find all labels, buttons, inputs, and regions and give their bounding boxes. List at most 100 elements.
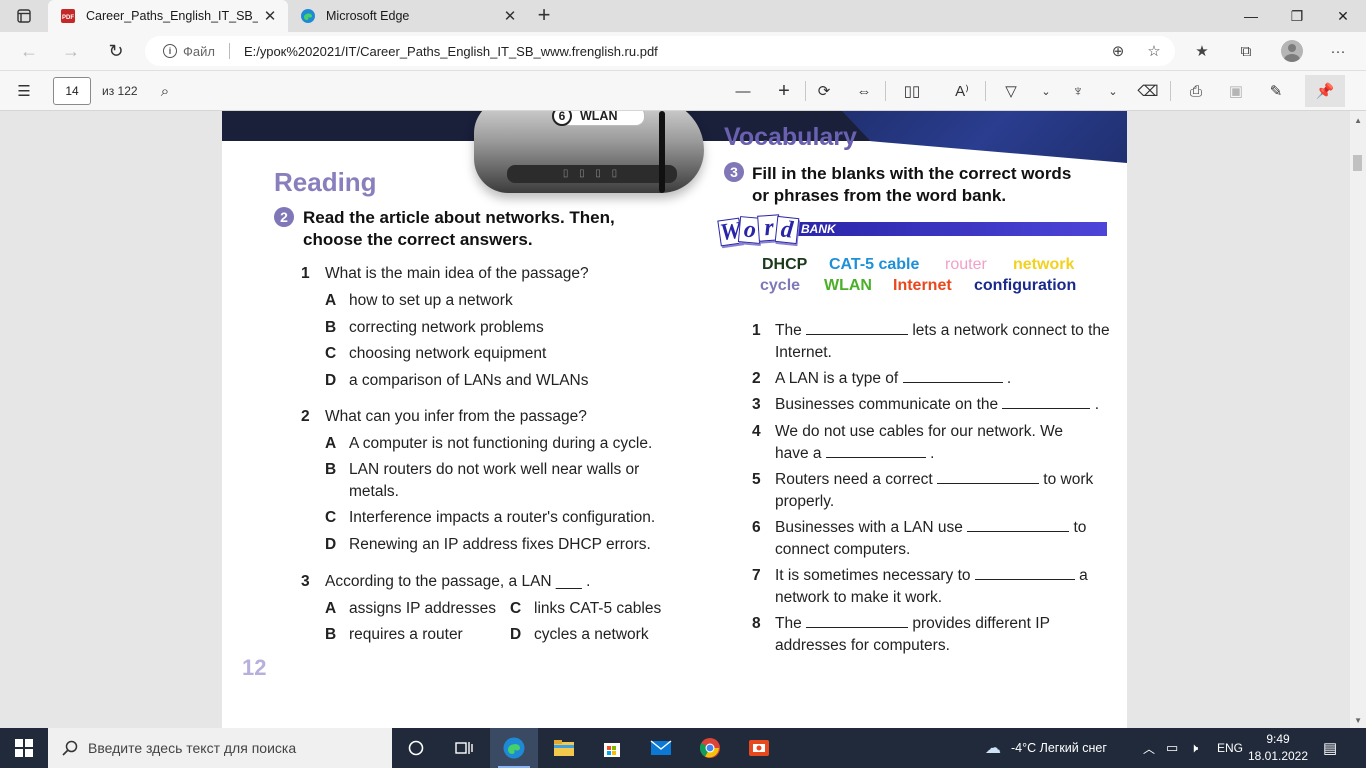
image-label-number: 6 [552,111,572,126]
task-view-button[interactable] [392,728,440,768]
taskbar-chrome[interactable] [686,728,734,768]
sentence-before: The [775,322,802,339]
sentence-number: 8 [752,615,761,632]
bank-word: configuration [974,277,1077,294]
sentence-after: . [1006,370,1012,387]
add-favorite-icon[interactable]: ☆ [1145,43,1163,61]
zoom-out-icon[interactable]: — [731,79,755,103]
close-tab-icon[interactable]: ✕ [258,7,282,25]
zoom-in-icon[interactable]: + [772,79,796,103]
reading-instruction: Read the article about networks. Then, c… [303,207,615,251]
bank-word: WLAN [824,277,872,294]
answer-blank[interactable] [1002,395,1091,409]
answer-blank[interactable] [974,566,1075,580]
more-menu-icon[interactable]: ··· [1329,43,1347,61]
pdf-page: ▯ ▯ ▯ ▯ 6 WLAN Reading 2 Read the articl… [222,111,1127,728]
url-text[interactable]: E:/урок%202021/IT/Career_Paths_English_I… [244,44,658,59]
option-text: a comparison of LANs and WLANs [349,372,589,389]
option-text: LAN routers do not work well near walls … [349,461,640,500]
new-tab-button[interactable]: + [532,4,556,28]
taskbar-store[interactable] [588,728,636,768]
cloud-snow-icon: ☁ [985,740,1001,757]
profile-avatar[interactable] [1281,40,1303,62]
pdf-toolbar: ☰ 14 из 122 ⌕ — + ⟳ ⇔ ▯▯ A⁾ ▽ ⌄ ♆ ⌄ ⌫ ⎙ … [0,70,1366,111]
answer-blank[interactable] [967,518,1070,532]
start-button[interactable] [0,728,48,768]
exercise-number: 2 [274,207,294,227]
close-tab-icon[interactable]: ✕ [498,7,522,25]
rotate-icon[interactable]: ⟳ [812,79,836,103]
print-icon[interactable]: ⎙ [1184,79,1208,103]
weather-widget[interactable]: ☁ -4°C Легкий снег [985,728,1107,768]
show-hidden-icons-icon[interactable]: ︿ [1143,728,1155,768]
network-icon[interactable]: ▭ [1166,728,1178,768]
page-number-input[interactable]: 14 [53,77,91,105]
answer-blank[interactable] [806,321,909,335]
vertical-scrollbar[interactable]: ▲ ▼ [1350,111,1366,728]
taskbar-search[interactable]: Введите здесь текст для поиска [48,728,392,768]
option-text: A computer is not functioning during a c… [349,435,653,452]
eraser-icon[interactable]: ⌫ [1136,79,1160,103]
favorites-icon[interactable]: ★ [1193,43,1211,61]
option-letter: D [510,626,522,643]
tab-actions-button[interactable] [0,0,48,32]
scroll-down-icon[interactable]: ▼ [1354,716,1362,725]
close-window-button[interactable]: ✕ [1320,0,1366,32]
scrollbar-thumb[interactable] [1353,155,1362,171]
folder-icon [554,740,574,756]
answer-blank[interactable] [902,369,1003,383]
option-text: Renewing an IP address fixes DHCP errors… [349,536,651,553]
option-letter: A [325,435,337,452]
task-view-button[interactable] [440,728,488,768]
fit-page-icon[interactable]: ⇔ [852,79,876,103]
bank-word: DHCP [762,256,808,273]
option-letter: C [325,509,337,526]
collections-icon[interactable]: ⧉ [1237,43,1255,61]
instruction-line: Read the article about networks. Then, [303,208,615,227]
draw-icon[interactable]: ▽ [999,79,1023,103]
highlight-icon[interactable]: ♆ [1066,79,1090,103]
taskbar-app[interactable] [735,728,783,768]
save-as-icon[interactable]: ✎ [1264,79,1288,103]
save-icon[interactable]: ▣ [1224,79,1248,103]
router-antenna-image [659,111,665,193]
sentence-number: 6 [752,519,761,536]
maximize-button[interactable]: ❐ [1274,0,1320,32]
vocab-sentence-3: 3 Businesses communicate on the . [752,394,1112,416]
tab-pdf[interactable]: PDF Career_Paths_English_IT_SB_www.freng… [48,0,288,32]
back-button[interactable]: ← [14,36,44,66]
address-bar[interactable]: i Файл E:/урок%202021/IT/Career_Paths_En… [145,36,1175,66]
taskbar-file-explorer[interactable] [540,728,588,768]
minimize-button[interactable]: — [1228,0,1274,32]
language-indicator[interactable]: ENG [1217,728,1243,768]
scroll-up-icon[interactable]: ▲ [1354,116,1362,125]
notifications-icon[interactable]: ▤ [1323,728,1337,768]
pin-toolbar-button[interactable]: 📌 [1305,75,1345,107]
vocab-sentence-6: 6 Businesses with a LAN use to connect c… [752,517,1112,561]
tab-edge[interactable]: Microsoft Edge ✕ [288,0,528,32]
find-icon[interactable]: ⌕ [153,79,177,103]
forward-button[interactable]: → [56,36,86,66]
answer-blank[interactable] [825,444,926,458]
svg-text:PDF: PDF [62,15,74,21]
sentence-before: A LAN is a type of [775,370,899,387]
answer-blank[interactable] [936,470,1039,484]
answer-blank[interactable] [806,614,909,628]
taskbar-edge[interactable] [490,728,538,768]
table-of-contents-icon[interactable]: ☰ [12,79,36,103]
volume-muted-icon[interactable]: 🕨 [1190,728,1198,768]
bank-word: Internet [893,277,952,294]
draw-options-chevron-icon[interactable]: ⌄ [1034,79,1058,103]
highlight-options-chevron-icon[interactable]: ⌄ [1101,79,1125,103]
page-view-icon[interactable]: ▯▯ [900,79,924,103]
clock[interactable]: 9:49 18.01.2022 [1246,731,1310,765]
sentence-number: 4 [752,423,761,440]
zoom-icon[interactable]: ⊕ [1109,43,1127,61]
option-letter: B [325,461,337,478]
option-text: how to set up a network [349,292,513,309]
refresh-button[interactable]: ↻ [101,36,131,66]
taskbar-mail[interactable] [637,728,685,768]
read-aloud-icon[interactable]: A⁾ [950,79,974,103]
info-icon[interactable]: i [163,44,177,58]
clock-date: 18.01.2022 [1247,749,1309,763]
